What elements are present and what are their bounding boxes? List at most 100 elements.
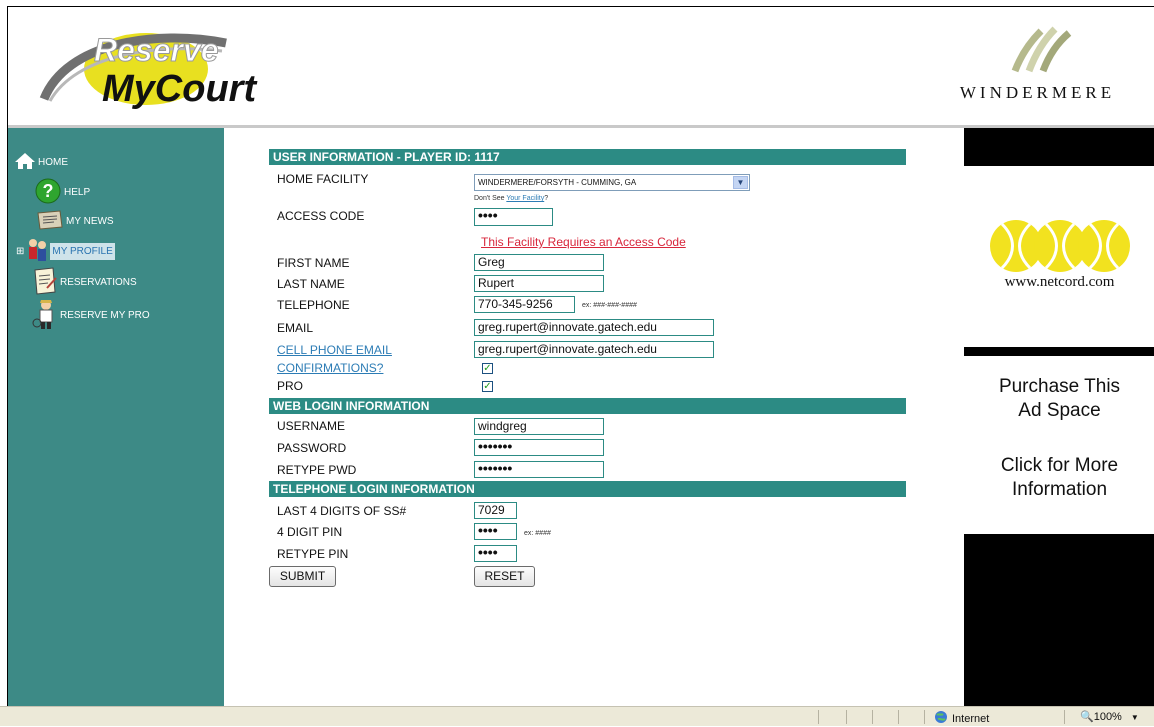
zone-label: Internet bbox=[952, 712, 990, 725]
last-name-input[interactable]: Rupert bbox=[474, 275, 604, 292]
reservations-icon bbox=[32, 266, 58, 299]
last-name-label: LAST NAME bbox=[277, 277, 345, 291]
retype-password-input[interactable]: ••••••• bbox=[474, 461, 604, 478]
retype-password-label: RETYPE PWD bbox=[277, 463, 357, 477]
svg-text:?: ? bbox=[43, 181, 54, 201]
sidebar-item-reserve-my-pro[interactable]: RESERVE MY PRO bbox=[32, 298, 150, 333]
status-separator bbox=[898, 710, 899, 724]
telephone-label: TELEPHONE bbox=[277, 298, 350, 312]
password-input[interactable]: ••••••• bbox=[474, 439, 604, 456]
sidebar-item-my-news[interactable]: MY NEWS bbox=[36, 209, 114, 234]
confirmations-link[interactable]: CONFIRMATIONS? bbox=[277, 361, 383, 375]
windermere-grass-icon bbox=[1011, 26, 1072, 73]
your-facility-link[interactable]: Your Facility bbox=[506, 195, 544, 202]
pin-hint: ex: #### bbox=[524, 530, 551, 537]
status-separator bbox=[846, 710, 847, 724]
globe-icon bbox=[934, 710, 948, 727]
ad-column: www.netcord.com Purchase This Ad Space Cl… bbox=[964, 128, 1154, 706]
section-header-telephone-login: TELEPHONE LOGIN INFORMATION bbox=[269, 481, 906, 497]
sidebar-item-label: HOME bbox=[38, 157, 68, 168]
username-label: USERNAME bbox=[277, 419, 346, 433]
security-zone[interactable]: Internet bbox=[934, 710, 989, 727]
password-label: PASSWORD bbox=[277, 441, 347, 455]
dont-see-facility-text: Don't See Your Facility? bbox=[474, 195, 548, 202]
click-line-2: Information bbox=[1011, 479, 1108, 500]
sidebar-item-label: HELP bbox=[64, 187, 91, 198]
retype-pin-input[interactable]: •••• bbox=[474, 545, 517, 562]
email-label: EMAIL bbox=[277, 321, 314, 335]
sidebar-item-my-profile[interactable]: ⊞ MY PROFILE bbox=[16, 237, 115, 266]
logo-graphic: Reserve MyCourt bbox=[39, 32, 257, 110]
sidebar-item-reservations[interactable]: RESERVATIONS bbox=[32, 266, 137, 299]
profile-form: USER INFORMATION - PLAYER ID: 1117 HOME … bbox=[224, 128, 964, 706]
first-name-label: FIRST NAME bbox=[277, 256, 350, 270]
zoom-control[interactable]: 🔍100% ▼ bbox=[1080, 710, 1139, 723]
email-input[interactable]: greg.rupert@innovate.gatech.edu bbox=[474, 319, 714, 336]
netcord-url: www.netcord.com bbox=[1004, 274, 1115, 290]
telephone-input[interactable]: 770-345-9256 bbox=[474, 296, 575, 313]
home-facility-select[interactable]: WINDERMERE/FORSYTH - CUMMING, GA ▼ bbox=[474, 174, 750, 191]
cell-phone-email-input[interactable]: greg.rupert@innovate.gatech.edu bbox=[474, 341, 714, 358]
pin-input[interactable]: •••• bbox=[474, 523, 517, 540]
first-name-input[interactable]: Greg bbox=[474, 254, 604, 271]
home-icon bbox=[14, 152, 36, 173]
page-header: Reserve MyCourt WINDERMERE bbox=[8, 7, 1154, 128]
purchase-line-1: Purchase This bbox=[998, 376, 1121, 397]
submit-button[interactable]: SUBMIT bbox=[269, 566, 336, 587]
sidebar-item-home[interactable]: HOME bbox=[14, 152, 68, 173]
sidebar: HOME ? HELP MY NEWS ⊞ MY PROFILE RESERVA… bbox=[8, 128, 224, 706]
retype-pin-label: RETYPE PIN bbox=[277, 547, 349, 561]
sidebar-item-label: MY PROFILE bbox=[50, 243, 115, 260]
pro-icon bbox=[32, 298, 58, 333]
home-facility-value: WINDERMERE/FORSYTH - CUMMING, GA bbox=[478, 178, 637, 187]
access-code-input[interactable]: •••• bbox=[474, 208, 553, 226]
ss-digits-input[interactable]: 7029 bbox=[474, 502, 517, 519]
confirmations-checkbox[interactable]: ✓ bbox=[482, 363, 493, 374]
telephone-hint: ex: ###-###-#### bbox=[582, 302, 637, 309]
status-separator bbox=[872, 710, 873, 724]
zoom-level: 100% bbox=[1093, 711, 1122, 723]
pin-label: 4 DIGIT PIN bbox=[277, 525, 343, 539]
home-facility-label: HOME FACILITY bbox=[277, 172, 369, 186]
purchase-ad-space[interactable]: Purchase This Ad Space Click for More Info… bbox=[964, 356, 1154, 534]
browser-status-bar: Internet 🔍100% ▼ bbox=[0, 706, 1154, 726]
sidebar-item-label: RESERVE MY PRO bbox=[60, 310, 150, 321]
windermere-text: WINDERMERE bbox=[959, 83, 1116, 102]
browser-content: Reserve MyCourt WINDERMERE HOME ? HELP M… bbox=[7, 6, 1154, 706]
zoom-dropdown-icon[interactable]: ▼ bbox=[1131, 713, 1139, 722]
dont-see-prefix: Don't See bbox=[474, 195, 507, 202]
logo-mycourt-text: MyCourt bbox=[102, 68, 257, 110]
purchase-line-2: Ad Space bbox=[1018, 400, 1101, 421]
click-line-1: Click for More bbox=[1000, 455, 1119, 476]
username-input[interactable]: windgreg bbox=[474, 418, 604, 435]
netcord-ad[interactable]: www.netcord.com bbox=[964, 166, 1154, 347]
zoom-icon: 🔍 bbox=[1080, 711, 1094, 723]
click-more-info[interactable]: Click for More Information bbox=[964, 454, 1154, 502]
reset-button[interactable]: RESET bbox=[474, 566, 535, 587]
sidebar-item-label: RESERVATIONS bbox=[60, 277, 137, 288]
sidebar-item-help[interactable]: ? HELP bbox=[34, 177, 90, 208]
tennis-balls-icon bbox=[990, 220, 1130, 272]
status-separator bbox=[818, 710, 819, 724]
windermere-logo[interactable]: WINDERMERE bbox=[925, 25, 1150, 115]
pro-checkbox[interactable]: ✓ bbox=[482, 381, 493, 392]
reserve-mycourt-logo[interactable]: Reserve MyCourt bbox=[36, 21, 276, 113]
section-header-user-info: USER INFORMATION - PLAYER ID: 1117 bbox=[269, 149, 906, 165]
status-separator bbox=[924, 710, 925, 724]
news-icon bbox=[36, 209, 64, 234]
chevron-down-icon[interactable]: ▼ bbox=[733, 176, 748, 189]
help-icon: ? bbox=[34, 177, 62, 208]
expand-plus-icon[interactable]: ⊞ bbox=[16, 246, 24, 257]
dont-see-suffix: ? bbox=[544, 195, 549, 202]
access-code-label: ACCESS CODE bbox=[277, 209, 365, 223]
access-code-warning-link[interactable]: This Facility Requires an Access Code bbox=[481, 235, 686, 249]
sidebar-item-label: MY NEWS bbox=[66, 216, 114, 227]
purchase-ad-text: Purchase This Ad Space bbox=[964, 375, 1154, 423]
pro-label: PRO bbox=[277, 379, 304, 393]
logo-reserve-text: Reserve bbox=[94, 32, 219, 68]
status-separator bbox=[1064, 710, 1065, 724]
cell-phone-email-link[interactable]: CELL PHONE EMAIL bbox=[277, 343, 392, 357]
profile-icon bbox=[26, 237, 48, 266]
ss-digits-label: LAST 4 DIGITS OF SS# bbox=[277, 504, 407, 518]
section-header-web-login: WEB LOGIN INFORMATION bbox=[269, 398, 906, 414]
